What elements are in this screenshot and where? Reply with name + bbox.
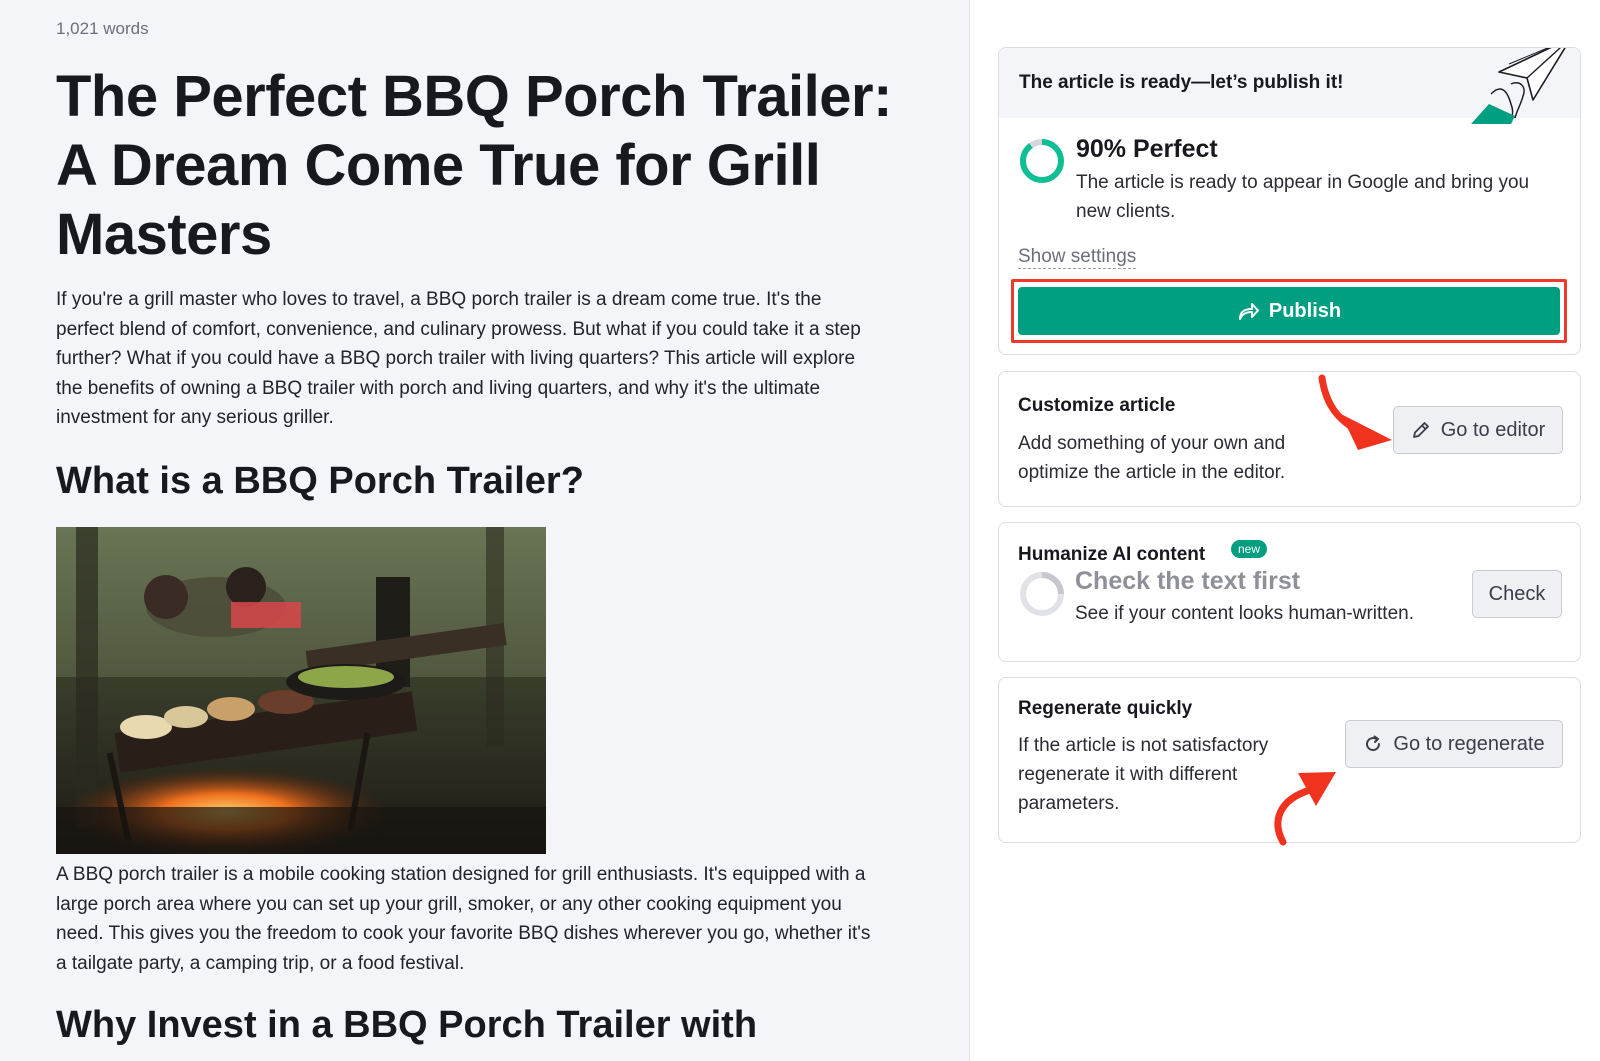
section-heading: What is a BBQ Porch Trailer? (56, 460, 584, 502)
humanize-ring (1020, 572, 1064, 616)
section-heading: Why Invest in a BBQ Porch Trailer with (56, 1004, 758, 1046)
regenerate-card: Regenerate quickly If the article is not… (998, 677, 1581, 843)
publish-card: The article is ready—let’s publish it! 9… (998, 47, 1581, 355)
article-pane: 1,021 words The Perfect BBQ Porch Traile… (0, 0, 970, 1061)
check-button[interactable]: Check (1472, 570, 1562, 618)
article-intro: If you're a grill master who loves to tr… (56, 289, 861, 428)
show-settings-link[interactable]: Show settings (1018, 246, 1137, 269)
article-image (56, 527, 546, 854)
go-to-regenerate-button[interactable]: Go to regenerate (1345, 720, 1563, 768)
new-badge: new (1231, 540, 1268, 558)
article-title: The Perfect BBQ Porch Trailer: A Dream C… (56, 64, 892, 267)
share-arrow-icon (1238, 303, 1259, 320)
refresh-icon (1366, 735, 1381, 752)
score-description: The article is ready to appear in Google… (1076, 172, 1530, 222)
customize-title: Customize article (1018, 395, 1176, 416)
go-to-editor-button[interactable]: Go to editor (1393, 406, 1563, 454)
pencil-icon (1412, 422, 1429, 438)
go-to-editor-label: Go to editor (1440, 418, 1546, 441)
section-text: A BBQ porch trailer is a mobile cooking … (56, 864, 871, 974)
publish-button-label: Publish (1268, 299, 1342, 322)
word-count: 1,021 words (56, 19, 149, 38)
humanize-card: Humanize AI content new Check the text f… (998, 522, 1581, 662)
check-text-description: See if your content looks human-written. (1075, 603, 1415, 624)
go-to-regenerate-label: Go to regenerate (1393, 732, 1545, 755)
regenerate-title: Regenerate quickly (1018, 698, 1193, 719)
score-label: 90% Perfect (1076, 135, 1218, 163)
regenerate-description: If the article is not satisfactory regen… (1018, 735, 1269, 814)
humanize-title: Humanize AI content (1018, 544, 1206, 565)
check-text-title: Check the text first (1075, 567, 1301, 595)
publish-button[interactable]: Publish (1018, 287, 1560, 335)
paper-plane-icon (1471, 48, 1566, 124)
customize-description: Add something of your own and optimize t… (1018, 433, 1286, 483)
score-ring (1020, 139, 1064, 183)
customize-card: Customize article Add something of your … (998, 371, 1581, 507)
publish-card-title: The article is ready—let’s publish it! (1019, 72, 1344, 93)
check-button-label: Check (1488, 582, 1546, 605)
